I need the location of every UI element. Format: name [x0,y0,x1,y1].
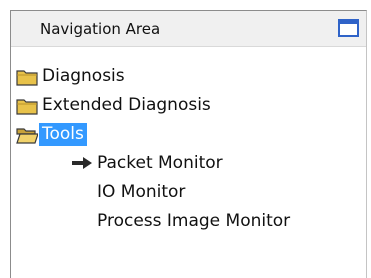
tree-item-io-monitor[interactable]: IO Monitor [94,179,354,207]
tree-item-label: Extended Diagnosis [42,95,211,115]
tree-item-extended-diagnosis[interactable]: Extended Diagnosis [16,92,336,120]
tree-item-label: Packet Monitor [97,153,223,173]
tree-item-label: Tools [39,123,87,146]
tree-item-tools[interactable]: Tools [16,121,336,149]
tree-item-label: Diagnosis [42,66,125,86]
folder-open-icon [16,128,38,144]
tree-item-label: Process Image Monitor [97,211,291,231]
tree-item-diagnosis[interactable]: Diagnosis [16,63,336,91]
arrow-right-icon [72,157,92,169]
tree-item-packet-monitor[interactable]: Packet Monitor [71,150,361,178]
tree-item-process-image-monitor[interactable]: Process Image Monitor [94,208,359,236]
navigation-area-panel: Navigation Area Diagnosis Extended Diagn… [10,10,367,278]
folder-closed-icon [16,70,38,86]
folder-closed-icon [16,99,38,115]
tree-item-label: IO Monitor [97,182,186,202]
window-icon[interactable] [338,19,359,37]
panel-header: Navigation Area [11,11,366,47]
panel-title: Navigation Area [40,20,161,38]
